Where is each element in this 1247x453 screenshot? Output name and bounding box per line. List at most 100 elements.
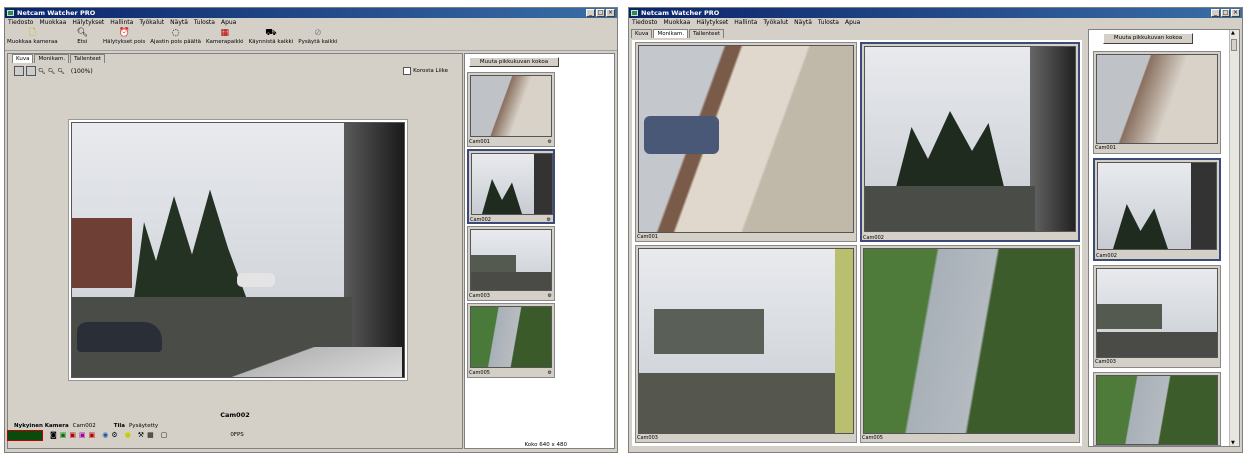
thumbnail-cam001[interactable]: Cam001 ⚙: [467, 72, 555, 147]
stop-icon[interactable]: ◙: [50, 431, 57, 439]
globe-icon[interactable]: ◉: [102, 431, 108, 439]
thumbnail-cam005[interactable]: Cam005 ⚙: [467, 303, 555, 378]
menu-tulosta[interactable]: Tulosta: [818, 18, 839, 28]
thumbnail-cam003[interactable]: Cam003 ⚙: [467, 226, 555, 301]
thumbnail-pane: Muuta pikkukuvan kokoa Cam001 Cam002 Cam…: [1088, 29, 1240, 447]
alarm-small-icon[interactable]: ▣: [89, 431, 96, 439]
resize-thumbnails-button[interactable]: Muuta pikkukuvan kokoa: [469, 57, 559, 67]
grid-cam002[interactable]: Cam002: [860, 42, 1080, 242]
menu-tiedosto[interactable]: Tiedosto: [632, 18, 657, 28]
info-icon[interactable]: ▢: [161, 431, 168, 439]
settings-icon[interactable]: ⚙: [111, 431, 117, 439]
grid-icon[interactable]: ▦: [147, 431, 154, 439]
maximize-button[interactable]: □: [1221, 9, 1230, 17]
close-button[interactable]: ×: [1231, 9, 1240, 17]
menu-nayta[interactable]: Näytä: [170, 18, 188, 28]
status-bar: Koko 640 x 480: [5, 442, 617, 452]
start-all-button[interactable]: ⛟ Käynnistä kaikki: [249, 28, 294, 45]
thumbnail-cam003[interactable]: Cam003: [1093, 265, 1221, 368]
tab-monikam[interactable]: Monikam.: [34, 54, 70, 63]
menu-tyokalut[interactable]: Työkalut: [763, 18, 788, 28]
alarms-off-button[interactable]: ⏰ Hälytykset pois: [103, 28, 145, 45]
search-button[interactable]: 🔍︎ Etsi: [77, 28, 88, 45]
thumb-house: [471, 255, 516, 273]
parked-car-dark: [77, 322, 162, 352]
maximize-button[interactable]: □: [596, 9, 605, 17]
gear-icon[interactable]: ⚙: [547, 217, 551, 223]
tab-kuva[interactable]: Kuva: [12, 54, 34, 63]
minimize-button[interactable]: _: [586, 9, 595, 17]
window-sill: [172, 347, 402, 377]
resize-thumbnails-button[interactable]: Muuta pikkukuvan kokoa: [1103, 33, 1193, 44]
menu-hallinta[interactable]: Hallinta: [734, 18, 757, 28]
main-image-frame: [68, 119, 408, 381]
tab-tallenteet[interactable]: Tallenteet: [689, 29, 724, 38]
right-window: Netcam Watcher PRO _ □ × Tiedosto Muokka…: [628, 7, 1243, 453]
tab-kuva[interactable]: Kuva: [631, 29, 653, 38]
stop-all-button[interactable]: ⊘ Pysäytä kaikki: [298, 28, 337, 45]
gear-icon[interactable]: ⚙: [548, 293, 552, 299]
timer-icon: ◌: [171, 28, 180, 38]
menu-muokkaa[interactable]: Muokkaa: [663, 18, 690, 28]
timer-off-button[interactable]: ◌ Ajastin pois päältä: [150, 28, 201, 45]
zoom-out-icon[interactable]: 🔍︎: [48, 68, 56, 75]
gear-icon[interactable]: ⚙: [548, 370, 552, 376]
thumb-image: [1097, 162, 1217, 250]
window-title: Netcam Watcher PRO: [17, 9, 96, 17]
alarm-icon: ⏰: [118, 28, 130, 38]
thumb-caption: Cam005: [469, 370, 490, 376]
zoom-in-icon[interactable]: 🔍︎: [38, 68, 46, 75]
stop-all-icon: ⊘: [314, 28, 322, 38]
image-size: Koko 640 x 480: [524, 442, 567, 448]
menu-apua[interactable]: Apua: [221, 18, 236, 28]
window-frame-dark: [344, 123, 404, 377]
thumbnail-cam002[interactable]: Cam002: [1093, 158, 1221, 261]
highlight-motion-checkbox[interactable]: Korosta Liike: [403, 67, 448, 75]
menu-nayta[interactable]: Näytä: [794, 18, 812, 28]
left-titlebar: Netcam Watcher PRO _ □ ×: [5, 8, 617, 18]
thumbnail-cam001[interactable]: Cam001: [1093, 51, 1221, 154]
fit-icon[interactable]: [14, 66, 24, 76]
parked-car-white: [237, 273, 275, 287]
scroll-up-icon[interactable]: ▲: [1231, 30, 1235, 36]
thumbnail-cam002[interactable]: Cam002 ⚙: [467, 149, 555, 224]
main-image-caption: Cam002: [220, 411, 250, 419]
actual-size-icon[interactable]: [26, 66, 36, 76]
page-icon: 🗋: [28, 28, 36, 38]
camera-icon: ▦: [220, 28, 230, 38]
menu-muokkaa[interactable]: Muokkaa: [39, 18, 66, 28]
grid-caption: Cam001: [637, 234, 658, 240]
level-meter: [7, 429, 43, 441]
play-icon[interactable]: ▣: [60, 431, 67, 439]
thumbnail-partial[interactable]: [1093, 372, 1221, 446]
close-button[interactable]: ×: [606, 9, 615, 17]
tools-icon[interactable]: ⚒: [138, 431, 144, 439]
gear-icon[interactable]: ⚙: [548, 139, 552, 145]
thumb-image: [470, 229, 552, 291]
minimize-button[interactable]: _: [1211, 9, 1220, 17]
record-icon[interactable]: ▣: [69, 431, 76, 439]
scroll-thumb[interactable]: [1231, 39, 1237, 51]
thumbnail-scrollbar[interactable]: ▲ ▼: [1229, 30, 1239, 446]
bulb-icon[interactable]: ●: [125, 431, 131, 439]
tab-tallenteet[interactable]: Tallenteet: [70, 54, 105, 63]
thumb-image: [470, 306, 552, 368]
menu-halytykset[interactable]: Hälytykset: [696, 18, 728, 28]
menu-tyokalut[interactable]: Työkalut: [139, 18, 164, 28]
grid-cam005[interactable]: Cam005: [860, 245, 1080, 443]
menu-hallinta[interactable]: Hallinta: [110, 18, 133, 28]
tab-monikam[interactable]: Monikam.: [653, 29, 689, 38]
thumb-ground: [471, 272, 551, 290]
edit-camera-button[interactable]: 🗋 Muokkaa kameraa: [7, 28, 58, 45]
menu-apua[interactable]: Apua: [845, 18, 860, 28]
scroll-down-icon[interactable]: ▼: [1231, 440, 1235, 446]
grid-cam003[interactable]: Cam003: [635, 245, 857, 443]
menu-tiedosto[interactable]: Tiedosto: [8, 18, 33, 28]
zoom-reset-icon[interactable]: 🔍︎: [57, 68, 65, 75]
menu-tulosta[interactable]: Tulosta: [194, 18, 215, 28]
checkbox-box[interactable]: [403, 67, 412, 75]
snapshot-icon[interactable]: ▣: [79, 431, 86, 439]
menu-halytykset[interactable]: Hälytykset: [72, 18, 104, 28]
grid-cam001[interactable]: Cam001: [635, 42, 857, 242]
camera-places-button[interactable]: ▦ Kamerapaikki: [206, 28, 244, 45]
